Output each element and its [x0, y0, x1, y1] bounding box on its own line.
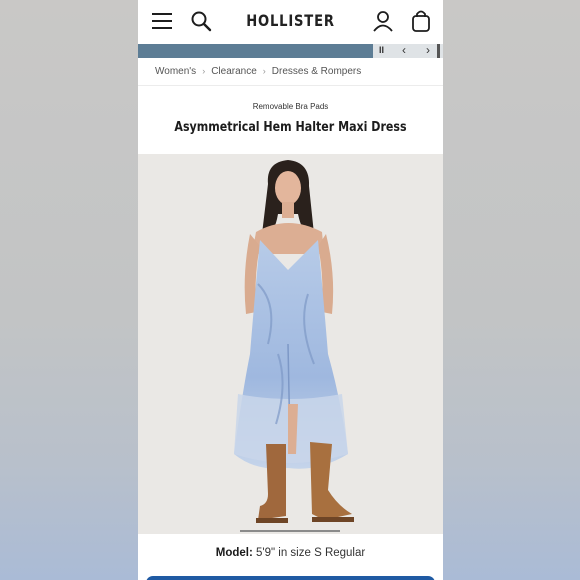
product-title: Asymmetrical Hem Halter Maxi Dress [174, 120, 407, 135]
prev-button[interactable]: ‹ [402, 43, 406, 57]
site-header: HOLLISTER [138, 0, 443, 44]
divider [138, 85, 443, 86]
breadcrumb-link-dresses[interactable]: Dresses & Rompers [272, 66, 361, 77]
breadcrumb: Women's › Clearance › Dresses & Rompers [155, 66, 361, 77]
model-label: Model: [215, 547, 253, 559]
product-image[interactable] [138, 154, 443, 534]
background-right [443, 0, 580, 580]
promo-carousel[interactable]: II ‹ › [138, 43, 443, 58]
chevron-right-icon: › [262, 66, 266, 76]
product-tagline: Removable Bra Pads [252, 102, 329, 111]
breadcrumb-link-womens[interactable]: Women's [155, 66, 196, 77]
account-icon[interactable] [372, 10, 394, 32]
background-left [0, 0, 138, 580]
next-button[interactable]: › [426, 43, 430, 57]
pause-button[interactable]: II [379, 43, 384, 57]
breadcrumb-link-clearance[interactable]: Clearance [211, 66, 257, 77]
model-info: Model: 5'9" in size S Regular [138, 547, 443, 559]
chevron-right-icon: › [202, 66, 206, 76]
bag-icon[interactable] [411, 9, 431, 33]
image-scroll-indicator [240, 530, 340, 532]
carousel-divider [437, 44, 440, 58]
model-size-text: 5'9" in size S Regular [252, 547, 366, 559]
add-to-bag-button[interactable] [146, 576, 435, 580]
phone-screen: HOLLISTER II ‹ › Women's › Clearance › Dress… [138, 0, 443, 580]
model-photo [234, 160, 354, 523]
promo-progress [138, 44, 373, 58]
